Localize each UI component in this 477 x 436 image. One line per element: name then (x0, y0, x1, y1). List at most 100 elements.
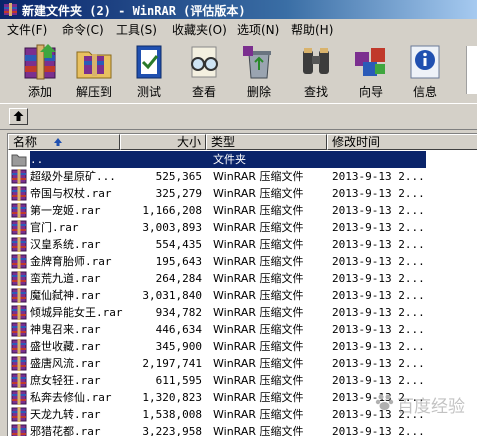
file-size: 3,223,958 (142, 425, 202, 436)
info-button[interactable]: 信息 (398, 42, 452, 99)
file-modified: 2013-9-13 2... (332, 187, 425, 200)
menu-tools[interactable]: 工具(S) (116, 21, 157, 38)
test-button[interactable]: 测试 (122, 42, 176, 99)
extract-to-label: 解压到 (75, 85, 112, 99)
file-name: 邪猎花都.rar (30, 425, 101, 436)
file-row[interactable]: 魔仙弑神.rar 3,031,840 WinRAR 压缩文件 2013-9-13 2.… (8, 287, 477, 304)
delete-recycle-icon (243, 46, 271, 79)
file-modified: 2013-9-13 2... (332, 306, 425, 319)
find-button[interactable]: 查找 (289, 42, 343, 99)
extract-to-button[interactable]: 解压到 (67, 42, 121, 99)
add-button[interactable]: 添加 (13, 42, 67, 99)
file-type: WinRAR 压缩文件 (213, 221, 304, 234)
column-header-name[interactable]: 名称 (8, 134, 120, 150)
file-row[interactable]: 盛唐风流.rar 2,197,741 WinRAR 压缩文件 2013-9-13 2.… (8, 355, 477, 372)
view-label: 查看 (191, 85, 216, 99)
wizard-label: 向导 (358, 85, 383, 99)
rar-archive-icon (11, 220, 27, 235)
file-row[interactable]: 第一宠姬.rar 1,166,208 WinRAR 压缩文件 2013-9-13 2.… (8, 202, 477, 219)
file-type: WinRAR 压缩文件 (213, 187, 304, 200)
file-modified: 2013-9-13 2... (332, 255, 425, 268)
rar-archive-icon (11, 407, 27, 422)
rar-archive-icon (11, 254, 27, 269)
wizard-icon (355, 48, 385, 76)
find-binoculars-icon (303, 48, 329, 74)
winrar-app-icon[interactable] (3, 2, 18, 17)
toolbar: 添加 解压到 测试 查看 删除 查找 向导 信息 (0, 40, 477, 100)
up-arrow-icon (13, 111, 24, 121)
sort-ascending-icon (54, 138, 62, 146)
add-archive-icon (24, 44, 56, 80)
view-glasses-icon (191, 46, 218, 78)
column-size-label: 大小 (176, 135, 201, 149)
title-bar[interactable]: 新建文件夹 (2) - WinRAR (评估版本) (0, 0, 477, 19)
column-header-modified[interactable]: 修改时间 (327, 134, 477, 150)
file-size: 325,279 (155, 187, 202, 200)
file-modified: 2013-9-13 2... (332, 221, 425, 234)
file-size: 345,900 (155, 340, 202, 353)
column-modified-label: 修改时间 (332, 135, 381, 149)
file-name: 神鬼召来.rar (30, 323, 101, 336)
file-row[interactable]: 邪猎花都.rar 3,223,958 WinRAR 压缩文件 2013-9-13 2.… (8, 423, 477, 436)
file-size: 264,284 (155, 272, 202, 285)
parent-folder-row[interactable]: .. 文件夹 (8, 151, 477, 168)
toolbar-overflow-edge (466, 46, 477, 94)
watermark-text: 百度经验 (397, 397, 465, 417)
file-name: 蛮荒九道.rar (30, 272, 101, 285)
parent-folder-type: 文件夹 (213, 153, 246, 166)
file-row[interactable]: 神鬼召来.rar 446,634 WinRAR 压缩文件 2013-9-13 2... (8, 321, 477, 338)
column-header-size[interactable]: 大小 (120, 134, 206, 150)
file-row[interactable]: 帝国与权杖.rar 325,279 WinRAR 压缩文件 2013-9-13 2..… (8, 185, 477, 202)
file-row[interactable]: 官门.rar 3,003,893 WinRAR 压缩文件 2013-9-13 2... (8, 219, 477, 236)
baidu-paw-icon (375, 394, 394, 410)
rar-archive-icon (11, 305, 27, 320)
file-row[interactable]: 金牌育胎师.rar 195,643 WinRAR 压缩文件 2013-9-13 2..… (8, 253, 477, 270)
file-modified: 2013-9-13 2... (332, 357, 425, 370)
file-name: 帝国与权杖.rar (30, 187, 112, 200)
test-clipboard-icon (136, 45, 162, 79)
view-button[interactable]: 查看 (177, 42, 231, 99)
menu-bar: 文件(F) 命令(C) 工具(S) 收藏夹(O) 选项(N) 帮助(H) (0, 19, 477, 38)
rar-archive-icon (11, 186, 27, 201)
menu-options[interactable]: 选项(N) (237, 21, 279, 38)
file-modified: 2013-9-13 2... (332, 340, 425, 353)
file-size: 3,003,893 (142, 221, 202, 234)
file-size: 1,320,823 (142, 391, 202, 404)
column-header-type[interactable]: 类型 (206, 134, 327, 150)
menu-commands[interactable]: 命令(C) (62, 21, 104, 38)
folder-icon (11, 154, 27, 167)
file-type: WinRAR 压缩文件 (213, 255, 304, 268)
file-row[interactable]: 蛮荒九道.rar 264,284 WinRAR 压缩文件 2013-9-13 2... (8, 270, 477, 287)
menu-file[interactable]: 文件(F) (7, 21, 47, 38)
file-type: WinRAR 压缩文件 (213, 323, 304, 336)
file-row[interactable]: 盛世收藏.rar 345,900 WinRAR 压缩文件 2013-9-13 2... (8, 338, 477, 355)
file-type: WinRAR 压缩文件 (213, 408, 304, 421)
up-one-level-button[interactable] (9, 108, 28, 125)
menu-favorites[interactable]: 收藏夹(O) (172, 21, 227, 38)
file-row[interactable]: 超级外星原矿... 525,365 WinRAR 压缩文件 2013-9-13 2..… (8, 168, 477, 185)
file-size: 525,365 (155, 170, 202, 183)
rar-archive-icon (11, 237, 27, 252)
file-size: 3,031,840 (142, 289, 202, 302)
file-size: 195,643 (155, 255, 202, 268)
file-type: WinRAR 压缩文件 (213, 238, 304, 251)
file-modified: 2013-9-13 2... (332, 323, 425, 336)
file-name: 超级外星原矿... (30, 170, 116, 183)
rar-archive-icon (11, 322, 27, 337)
file-modified: 2013-9-13 2... (332, 272, 425, 285)
file-name: 魔仙弑神.rar (30, 289, 101, 302)
file-row[interactable]: 倾城异能女王.rar 934,782 WinRAR 压缩文件 2013-9-13 2.… (8, 304, 477, 321)
test-label: 测试 (136, 85, 161, 99)
menu-help[interactable]: 帮助(H) (291, 21, 333, 38)
file-name: 第一宠姬.rar (30, 204, 101, 217)
file-type: WinRAR 压缩文件 (213, 374, 304, 387)
find-label: 查找 (303, 85, 328, 99)
file-size: 611,595 (155, 374, 202, 387)
file-modified: 2013-9-13 2... (332, 170, 425, 183)
wizard-button[interactable]: 向导 (344, 42, 398, 99)
delete-button[interactable]: 删除 (232, 42, 286, 99)
extract-folder-icon (76, 51, 112, 79)
file-row[interactable]: 汉皇系统.rar 554,435 WinRAR 压缩文件 2013-9-13 2... (8, 236, 477, 253)
file-type: WinRAR 压缩文件 (213, 204, 304, 217)
file-name: 私奔去修仙.rar (30, 391, 112, 404)
